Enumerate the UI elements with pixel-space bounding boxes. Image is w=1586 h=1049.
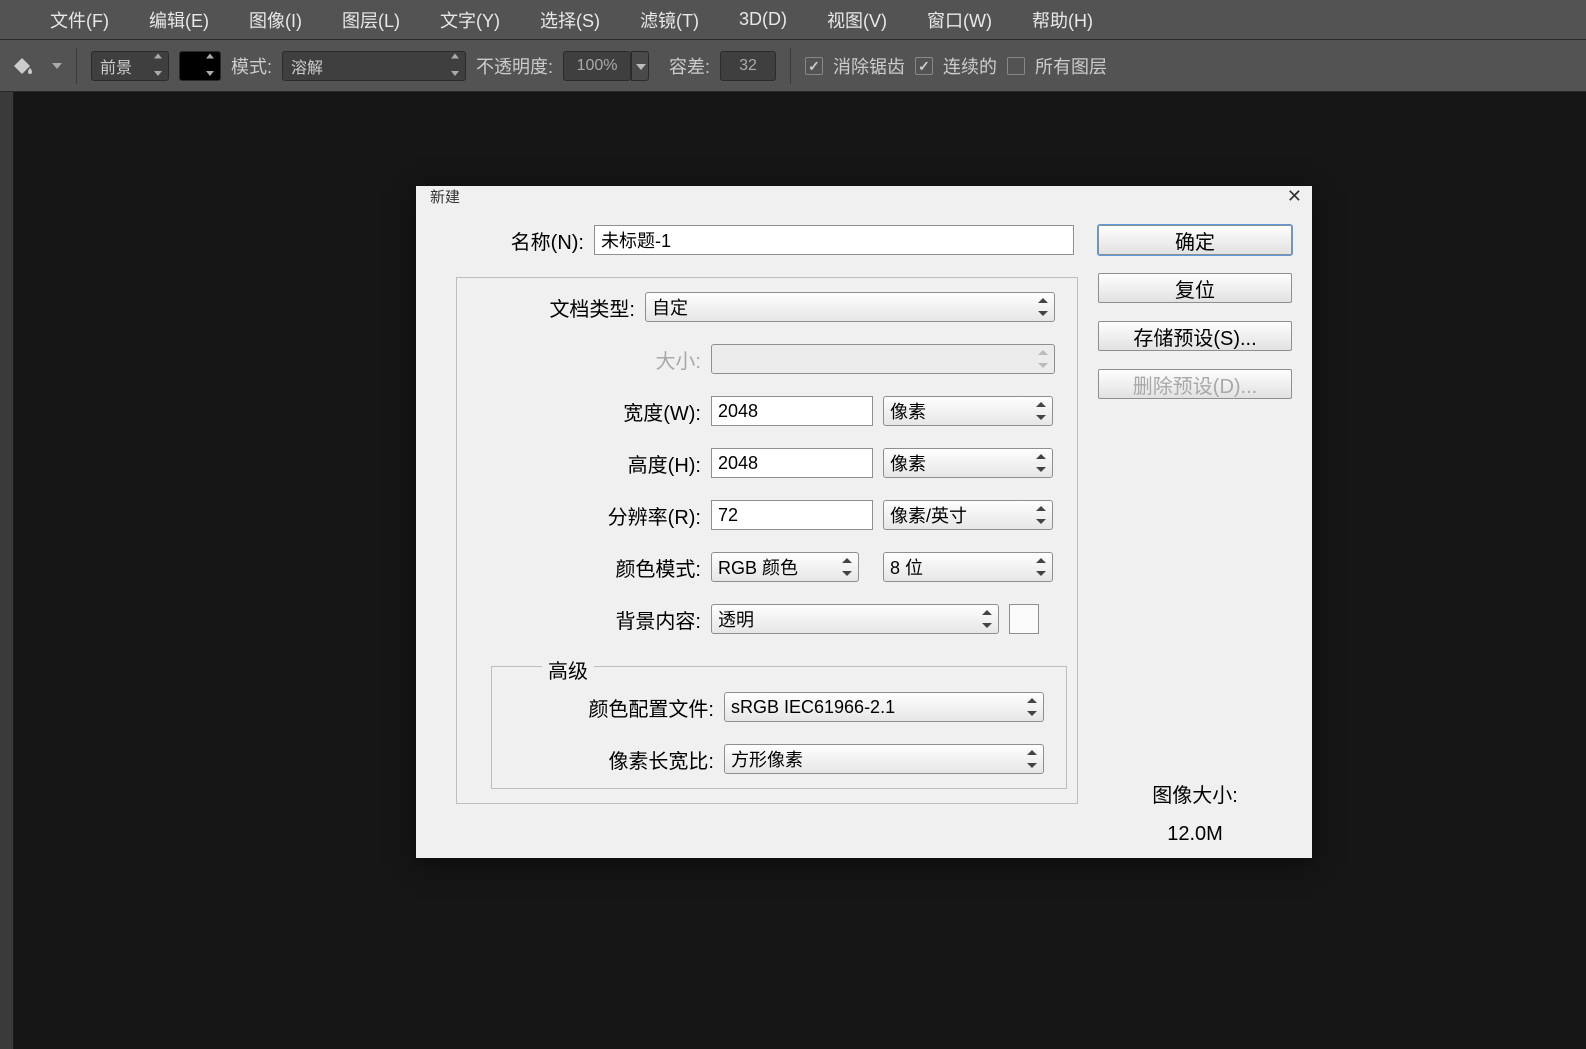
menu-view[interactable]: 视图(V): [807, 7, 907, 33]
opacity-input[interactable]: 100%: [563, 51, 631, 81]
resolution-label: 分辨率(R):: [467, 501, 711, 530]
size-select: [711, 344, 1055, 374]
paint-bucket-icon[interactable]: [8, 52, 36, 80]
tool-preset-picker[interactable]: [52, 63, 62, 69]
color-profile-select[interactable]: sRGB IEC61966-2.1: [724, 692, 1044, 722]
width-label: 宽度(W):: [467, 397, 711, 426]
name-label: 名称(N):: [436, 226, 594, 255]
toolbox-strip: [0, 92, 14, 1049]
menu-filter[interactable]: 滤镜(T): [620, 7, 719, 33]
menu-layer[interactable]: 图层(L): [322, 7, 420, 33]
background-color-swatch[interactable]: [1009, 604, 1039, 634]
contiguous-label: 连续的: [943, 53, 997, 79]
size-label: 大小:: [467, 345, 711, 374]
tolerance-label: 容差:: [669, 53, 710, 79]
menu-select[interactable]: 选择(S): [520, 7, 620, 33]
width-input[interactable]: [711, 396, 873, 426]
new-document-dialog: 新建 ✕ 名称(N): 文档类型: 自定 大小:: [416, 186, 1312, 858]
reset-button[interactable]: 复位: [1098, 273, 1292, 303]
pixel-aspect-label: 像素长宽比:: [502, 745, 724, 774]
anti-alias-checkbox[interactable]: [805, 57, 823, 75]
all-layers-label: 所有图层: [1035, 53, 1107, 79]
menu-window[interactable]: 窗口(W): [907, 7, 1012, 33]
separator: [76, 48, 77, 84]
name-input[interactable]: [594, 225, 1074, 255]
menu-help[interactable]: 帮助(H): [1012, 7, 1113, 33]
ok-button[interactable]: 确定: [1098, 225, 1292, 255]
color-profile-label: 颜色配置文件:: [502, 693, 724, 722]
background-select[interactable]: 透明: [711, 604, 999, 634]
delete-preset-button: 删除预设(D)...: [1098, 369, 1292, 399]
dialog-titlebar: 新建 ✕: [416, 186, 1312, 207]
advanced-legend: 高级: [542, 655, 594, 684]
background-label: 背景内容:: [467, 605, 711, 634]
blend-mode-select[interactable]: 溶解: [282, 51, 466, 81]
menu-bar: 文件(F) 编辑(E) 图像(I) 图层(L) 文字(Y) 选择(S) 滤镜(T…: [0, 0, 1586, 40]
pattern-picker[interactable]: [179, 51, 221, 81]
image-size-info: 图像大小: 12.0M: [1098, 777, 1292, 853]
image-size-value: 12.0M: [1098, 815, 1292, 853]
separator: [790, 48, 791, 84]
resolution-unit-select[interactable]: 像素/英寸: [883, 500, 1053, 530]
doc-type-label: 文档类型:: [467, 293, 645, 322]
pixel-aspect-select[interactable]: 方形像素: [724, 744, 1044, 774]
menu-file[interactable]: 文件(F): [30, 7, 129, 33]
image-size-label: 图像大小:: [1098, 777, 1292, 815]
menu-type[interactable]: 文字(Y): [420, 7, 520, 33]
height-unit-select[interactable]: 像素: [883, 448, 1053, 478]
anti-alias-label: 消除锯齿: [833, 53, 905, 79]
contiguous-checkbox[interactable]: [915, 57, 933, 75]
tolerance-input[interactable]: 32: [720, 51, 776, 81]
color-mode-label: 颜色模式:: [467, 553, 711, 582]
height-label: 高度(H):: [467, 449, 711, 478]
bit-depth-select[interactable]: 8 位: [883, 552, 1053, 582]
options-bar: 前景 模式: 溶解 不透明度: 100% 容差: 32 消除锯齿 连续的 所有图…: [0, 40, 1586, 92]
opacity-dropdown[interactable]: [631, 51, 649, 81]
resolution-input[interactable]: [711, 500, 873, 530]
doc-type-select[interactable]: 自定: [645, 292, 1055, 322]
fill-source-select[interactable]: 前景: [91, 51, 169, 81]
menu-edit[interactable]: 编辑(E): [129, 7, 229, 33]
close-icon[interactable]: ✕: [1287, 186, 1302, 207]
opacity-label: 不透明度:: [476, 53, 553, 79]
color-mode-select[interactable]: RGB 颜色: [711, 552, 859, 582]
blend-mode-label: 模式:: [231, 53, 272, 79]
height-input[interactable]: [711, 448, 873, 478]
menu-image[interactable]: 图像(I): [229, 7, 322, 33]
all-layers-checkbox[interactable]: [1007, 57, 1025, 75]
dialog-title: 新建: [430, 186, 460, 207]
width-unit-select[interactable]: 像素: [883, 396, 1053, 426]
save-preset-button[interactable]: 存储预设(S)...: [1098, 321, 1292, 351]
menu-3d[interactable]: 3D(D): [719, 9, 807, 30]
